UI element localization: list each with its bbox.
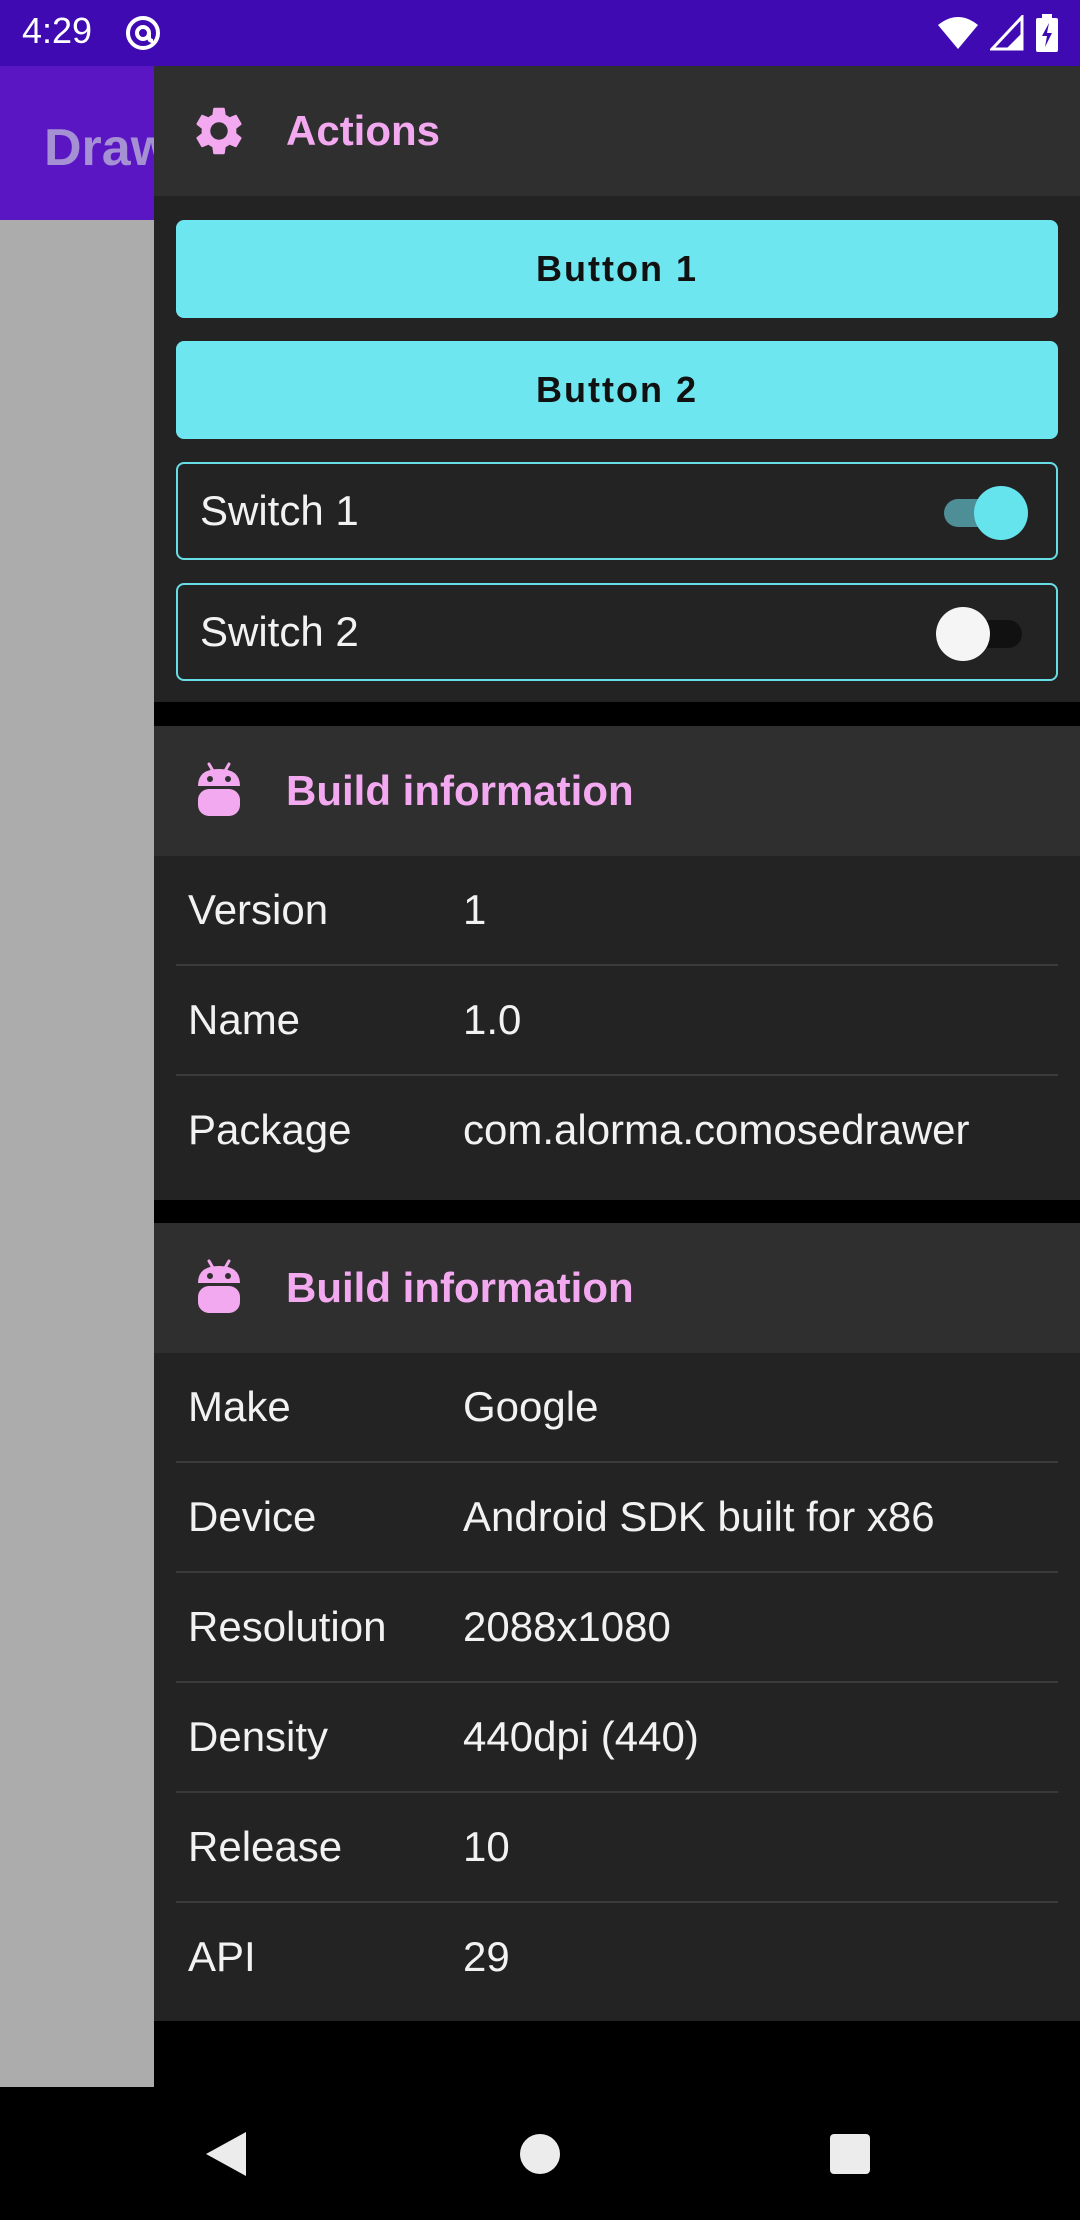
info-row-name: Name 1.0 (176, 966, 1058, 1076)
build-info-card: Build information Version 1 Name 1.0 Pac… (154, 726, 1080, 1200)
info-value: 29 (463, 1933, 510, 1980)
button-2[interactable]: Button 2 (176, 341, 1058, 439)
info-key: Release (188, 1823, 343, 1870)
android-icon (198, 762, 240, 816)
system-nav-bar (0, 2087, 1080, 2220)
status-bar: 4:29 (0, 0, 1080, 66)
info-key: Density (188, 1713, 329, 1760)
navigation-drawer: Actions Button 1 Button 2 Switch 1 Switc… (154, 66, 1080, 2087)
info-value: Google (463, 1383, 599, 1430)
info-row-api: API 29 (176, 1903, 1058, 2011)
device-info-card-header: Build information (154, 1223, 1080, 1353)
switch-1-toggle[interactable] (936, 486, 1028, 540)
info-key: Version (188, 886, 329, 933)
nav-back-button[interactable] (166, 2087, 286, 2220)
info-row-density: Density 440dpi (440) (176, 1683, 1058, 1793)
info-key: Name (188, 996, 301, 1043)
info-row-resolution: Resolution 2088x1080 (176, 1573, 1058, 1683)
info-key: Make (188, 1383, 291, 1430)
info-key: Device (188, 1493, 317, 1540)
info-value: 10 (463, 1823, 510, 1870)
switch-thumb (974, 486, 1028, 540)
info-value: com.alorma.comosedrawer (463, 1106, 970, 1153)
info-value: 440dpi (440) (463, 1713, 699, 1760)
info-value: 1 (463, 886, 487, 933)
switch-2-label: Switch 2 (200, 608, 359, 655)
gear-icon (196, 107, 242, 155)
info-key: Resolution (188, 1603, 387, 1650)
nav-home-button[interactable] (480, 2087, 600, 2220)
build-info-card-header: Build information (154, 726, 1080, 856)
actions-card-header: Actions (154, 66, 1080, 196)
info-value: 1.0 (463, 996, 522, 1043)
battery-icon (1036, 14, 1058, 52)
switch-1-label: Switch 1 (200, 487, 359, 534)
switch-thumb (936, 607, 990, 661)
switch-2-row[interactable]: Switch 2 (176, 583, 1058, 681)
home-circle-icon (520, 2133, 560, 2174)
info-row-version: Version 1 (176, 856, 1058, 966)
device-info-card: Build information Make Google Device And… (154, 1223, 1080, 2021)
cell-signal-icon (990, 15, 1024, 51)
info-row-release: Release 10 (176, 1793, 1058, 1903)
nav-recents-button[interactable] (790, 2087, 910, 2220)
back-triangle-icon (206, 2131, 246, 2176)
info-key: API (188, 1933, 256, 1980)
info-row-make: Make Google (176, 1353, 1058, 1463)
wifi-icon (938, 17, 978, 49)
info-key: Package (188, 1106, 352, 1153)
switch-2-toggle[interactable] (936, 607, 1028, 661)
actions-card-title: Actions (286, 107, 441, 154)
switch-1-row[interactable]: Switch 1 (176, 462, 1058, 560)
drawer-scrim[interactable] (0, 220, 154, 2087)
build-info-card-title: Build information (286, 767, 634, 814)
app-bar-title: Draw (44, 119, 172, 177)
button-1[interactable]: Button 1 (176, 220, 1058, 318)
info-row-device: Device Android SDK built for x86 (176, 1463, 1058, 1573)
status-time: 4:29 (22, 10, 93, 51)
info-value: Android SDK built for x86 (463, 1493, 935, 1540)
info-value: 2088x1080 (463, 1603, 671, 1650)
at-sign-icon (126, 16, 160, 50)
android-icon (198, 1259, 240, 1313)
info-row-package: Package com.alorma.comosedrawer (176, 1076, 1058, 1184)
actions-card: Actions Button 1 Button 2 Switch 1 Switc… (154, 66, 1080, 702)
recents-square-icon (830, 2133, 870, 2174)
device-info-card-title: Build information (286, 1264, 634, 1311)
